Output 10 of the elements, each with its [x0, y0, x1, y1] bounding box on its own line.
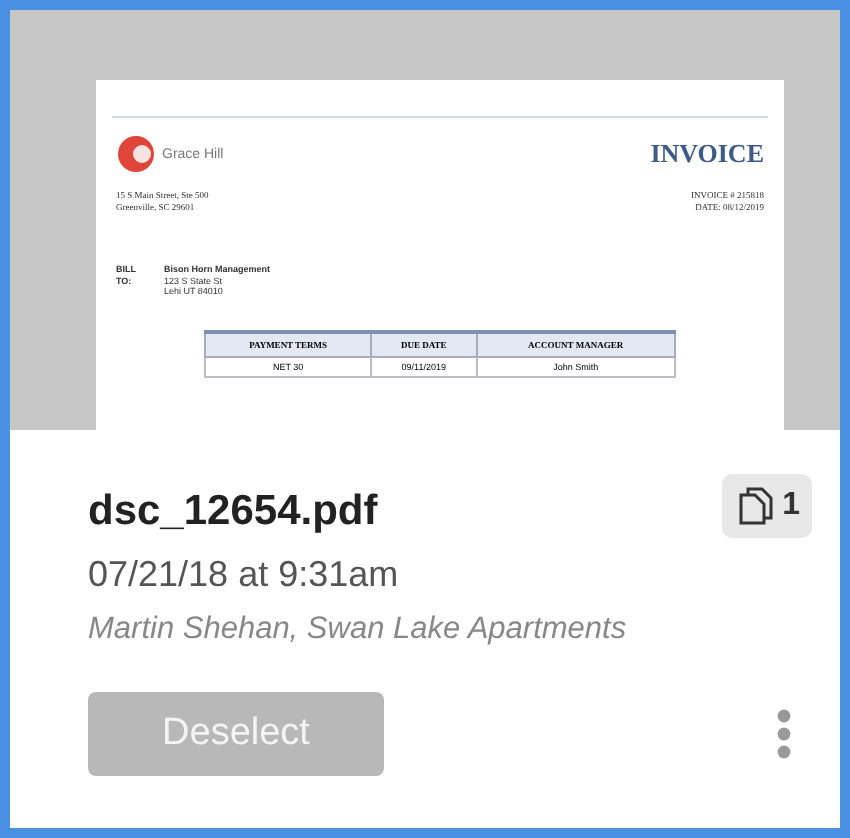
deselect-button[interactable]: Deselect — [88, 692, 384, 776]
invoice-title: INVOICE — [650, 138, 764, 170]
pages-icon — [738, 486, 775, 526]
file-owner: Martin Shehan, Swan Lake Apartments — [88, 612, 629, 648]
page-count: 1 — [782, 488, 800, 524]
file-date: 07/21/18 at 9:31am — [88, 554, 401, 596]
file-name: dsc_12654.pdf — [88, 488, 378, 536]
file-card[interactable] — [0, 0, 850, 838]
more-icon[interactable] — [776, 708, 792, 760]
logo-icon — [116, 134, 156, 174]
